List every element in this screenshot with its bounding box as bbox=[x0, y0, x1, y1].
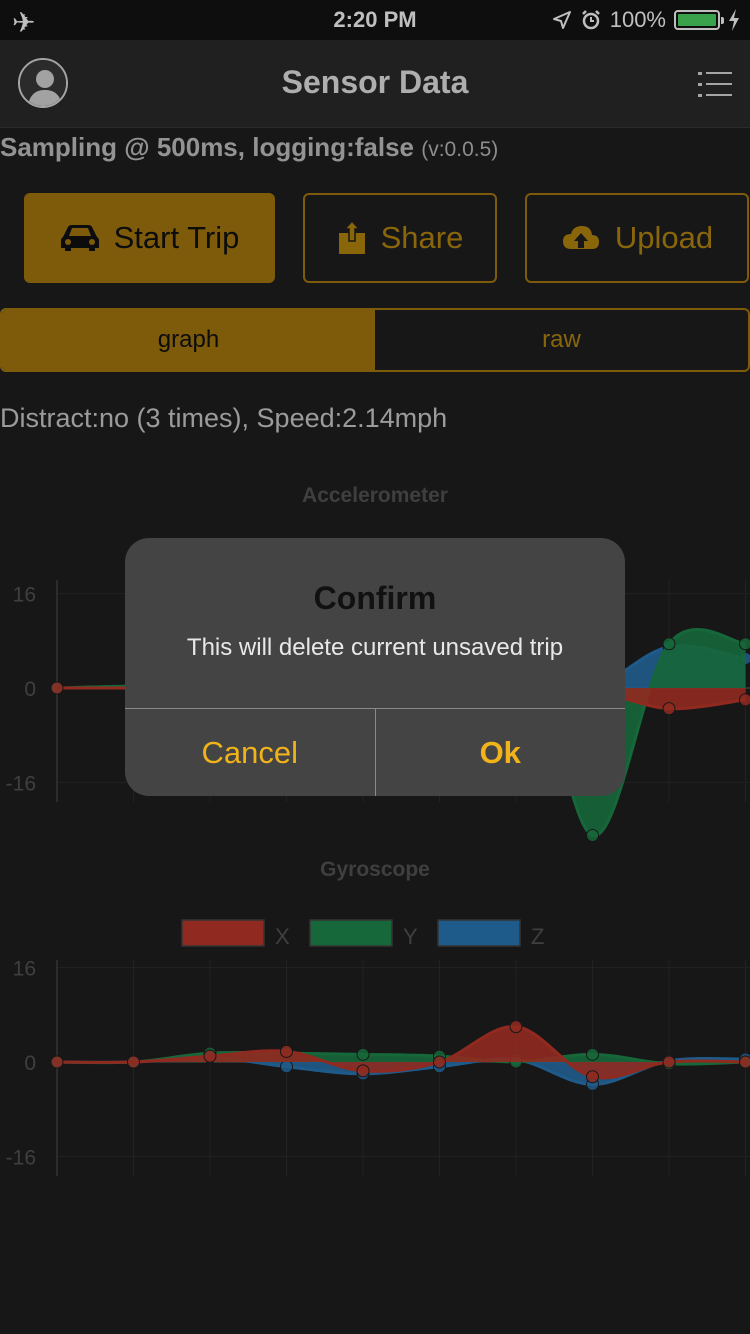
dialog-title: Confirm bbox=[313, 580, 437, 616]
ok-button[interactable]: Ok bbox=[376, 709, 626, 796]
dialog-buttons: Cancel Ok bbox=[125, 708, 625, 796]
dialog-message: This will delete current unsaved trip bbox=[186, 634, 564, 661]
cancel-button[interactable]: Cancel bbox=[125, 709, 376, 796]
confirm-dialog: Confirm This will delete current unsaved… bbox=[125, 538, 625, 796]
